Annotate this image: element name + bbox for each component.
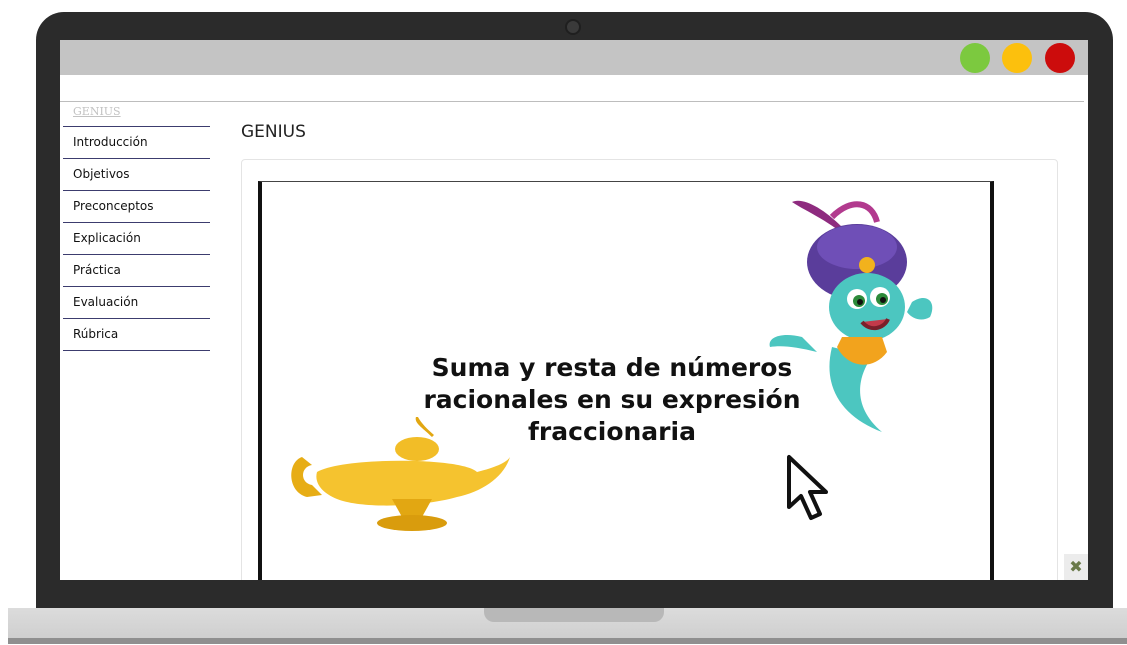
slide-title-line: racionales en su expresión: [423, 385, 801, 414]
window-titlebar: [60, 40, 1088, 75]
sidebar-item-rubrica[interactable]: Rúbrica: [63, 319, 210, 351]
slide-title: Suma y resta de números racionales en su…: [402, 352, 822, 448]
minimize-button[interactable]: [1002, 43, 1032, 73]
slide-title-line: Suma y resta de números: [431, 353, 793, 382]
page-title: GENIUS: [241, 122, 306, 142]
pointer-cursor-icon: [787, 455, 828, 520]
sidebar-item-introduccion[interactable]: Introducción: [63, 127, 210, 159]
sidebar-item-practica[interactable]: Práctica: [63, 255, 210, 287]
tools-icon[interactable]: ✖: [1064, 554, 1088, 580]
close-button[interactable]: [1045, 43, 1075, 73]
sidebar-header-link[interactable]: GENIUS: [63, 104, 210, 127]
sidebar-nav: GENIUS Introducción Objetivos Preconcept…: [63, 104, 210, 351]
sidebar-item-preconceptos[interactable]: Preconceptos: [63, 191, 210, 223]
laptop-notch: [484, 608, 664, 622]
slide: Suma y resta de números racionales en su…: [258, 181, 994, 580]
sidebar-item-objetivos[interactable]: Objetivos: [63, 159, 210, 191]
slide-title-line: fraccionaria: [528, 417, 696, 446]
header-divider: [60, 101, 1084, 102]
content-card: Suma y resta de números racionales en su…: [241, 159, 1058, 580]
maximize-button[interactable]: [960, 43, 990, 73]
sidebar-item-evaluacion[interactable]: Evaluación: [63, 287, 210, 319]
webcam-icon: [565, 19, 581, 35]
sidebar-item-explicacion[interactable]: Explicación: [63, 223, 210, 255]
screen: GENIUS Introducción Objetivos Preconcept…: [60, 40, 1088, 580]
